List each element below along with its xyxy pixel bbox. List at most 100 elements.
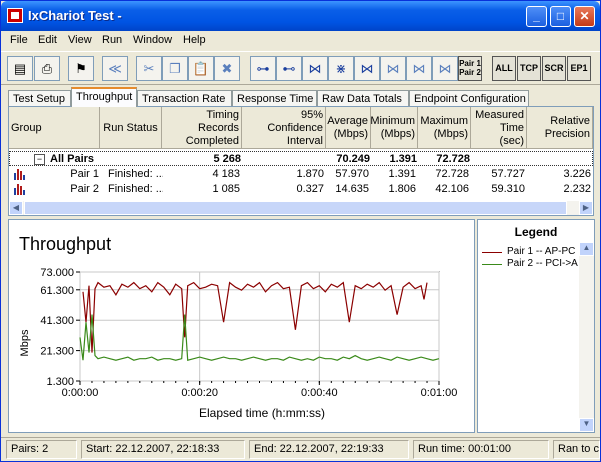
all-pairs-average: 70.249 <box>336 153 370 165</box>
legend-vertical-scrollbar[interactable]: ▲ ▼ <box>579 242 594 432</box>
legend-label: Pair 2 -- PCI->A <box>507 258 578 269</box>
scroll-left-icon[interactable]: ◀ <box>9 201 23 215</box>
replicate-icon[interactable]: ⋈ <box>380 56 406 81</box>
print-icon[interactable]: ⎙ <box>34 56 60 81</box>
menu-run[interactable]: Run <box>102 34 122 46</box>
add-pair-icon[interactable]: ⊶ <box>250 56 276 81</box>
table-horizontal-scrollbar[interactable]: ◀ ▶ <box>9 201 593 215</box>
paste-icon[interactable]: 📋 <box>188 56 214 81</box>
edit-pair-icon[interactable]: ⋇ <box>328 56 354 81</box>
stop-icon[interactable]: ≪ <box>102 56 128 81</box>
tab-bar: Test Setup Throughput Transaction Rate R… <box>8 87 594 107</box>
menu-view[interactable]: View <box>68 34 92 46</box>
row-average: 57.970 <box>335 168 369 180</box>
application-window: IxChariot Test - _ □ ✕ File Edit View Ru… <box>0 0 601 462</box>
menu-edit[interactable]: Edit <box>38 34 57 46</box>
app-icon <box>7 8 23 23</box>
options-icon[interactable]: ⋈ <box>432 56 458 81</box>
menu-file[interactable]: File <box>10 34 28 46</box>
legend-title: Legend <box>514 225 558 239</box>
filter-scr-button[interactable]: SCR <box>542 56 566 81</box>
add-multicast-icon[interactable]: ⊷ <box>276 56 302 81</box>
scroll-up-icon[interactable]: ▲ <box>579 242 594 256</box>
header-confidence-interval[interactable]: 95% Confidence Interval <box>242 107 326 149</box>
header-relative-precision[interactable]: Relative Precision <box>527 107 593 149</box>
run-icon[interactable]: ⚑ <box>68 56 94 81</box>
tab-raw-data-totals[interactable]: Raw Data Totals <box>317 90 409 107</box>
title-bar[interactable]: IxChariot Test - _ □ ✕ <box>1 1 600 31</box>
header-run-status[interactable]: Run Status <box>100 107 162 149</box>
header-group[interactable]: Group <box>9 107 100 149</box>
status-end: End: 22.12.2007, 22:19:33 <box>249 440 409 459</box>
x-tick-label: 0:00:40 <box>301 387 338 399</box>
pair-chart-icon <box>14 184 25 195</box>
scroll-right-icon[interactable]: ▶ <box>579 201 593 215</box>
row-minimum: 1.806 <box>388 183 416 195</box>
table-row[interactable]: Pair 1 Finished: ... 4 183 1.870 57.970 … <box>9 167 593 182</box>
swap-endpoints-icon[interactable]: ⋈ <box>354 56 380 81</box>
row-maximum: 72.728 <box>435 168 469 180</box>
row-minimum: 1.391 <box>388 168 416 180</box>
menu-bar: File Edit View Run Window Help <box>1 31 600 50</box>
status-pairs: Pairs: 2 <box>6 440 77 459</box>
tab-transaction-rate[interactable]: Transaction Rate <box>137 90 232 107</box>
pair-group-icon[interactable]: ⋈ <box>302 56 328 81</box>
scroll-thumb[interactable] <box>24 201 567 215</box>
menu-window[interactable]: Window <box>133 34 172 46</box>
results-table: Group Run Status Timing Records Complete… <box>8 106 594 216</box>
legend-swatch-pair-2 <box>482 264 502 265</box>
legend-swatch-pair-1 <box>482 252 502 253</box>
header-maximum[interactable]: Maximum (Mbps) <box>418 107 471 149</box>
pair-sort-button[interactable]: Pair 1 Pair 2 <box>458 56 482 81</box>
y-axis-label: Mbps <box>19 329 31 356</box>
header-average[interactable]: Average (Mbps) <box>326 107 371 149</box>
scroll-down-icon[interactable]: ▼ <box>579 418 594 432</box>
row-records: 1 085 <box>212 183 240 195</box>
y-tick-label: 61.300 <box>40 285 74 297</box>
close-button[interactable]: ✕ <box>574 6 595 27</box>
minimize-button[interactable]: _ <box>526 6 547 27</box>
save-icon[interactable]: ▤ <box>7 56 33 81</box>
delete-icon[interactable]: ✖ <box>214 56 240 81</box>
table-row-all-pairs[interactable]: − All Pairs 5 268 70.249 1.391 72.728 <box>9 151 593 166</box>
pair-sort-label-1: Pair 1 <box>459 59 481 68</box>
filter-icon[interactable]: ⋈ <box>406 56 432 81</box>
row-status: Finished: ... <box>108 183 163 195</box>
status-ran-to: Ran to c <box>553 440 600 459</box>
header-minimum[interactable]: Minimum (Mbps) <box>371 107 418 149</box>
legend-item[interactable]: Pair 1 -- AP-PC <box>482 246 580 258</box>
row-confidence: 1.870 <box>296 168 324 180</box>
table-row[interactable]: Pair 2 Finished: ... 1 085 0.327 14.635 … <box>9 182 593 197</box>
header-timing-records[interactable]: Timing Records Completed <box>162 107 242 149</box>
legend-panel: Legend Pair 1 -- AP-PC Pair 2 -- PCI->A … <box>477 219 595 433</box>
copy-icon[interactable]: ❐ <box>162 56 188 81</box>
filter-ep1-button[interactable]: EP1 <box>567 56 591 81</box>
menu-help[interactable]: Help <box>183 34 206 46</box>
chart-panel: Throughput 73.000 61.300 41.300 21.300 1.300… <box>8 219 475 433</box>
legend-item[interactable]: Pair 2 -- PCI->A <box>482 258 580 270</box>
all-pairs-group: All Pairs <box>50 153 95 165</box>
x-tick-label: 0:00:20 <box>181 387 218 399</box>
filter-all-button[interactable]: ALL <box>492 56 516 81</box>
maximize-button[interactable]: □ <box>550 6 571 27</box>
y-tick-label: 73.000 <box>40 267 74 279</box>
x-axis-label: Elapsed time (h:mm:ss) <box>199 406 325 420</box>
row-group: Pair 2 <box>70 183 99 195</box>
throughput-chart: 73.00061.30041.30021.3001.3000:00:00 0:00… <box>19 267 457 420</box>
tab-endpoint-configuration[interactable]: Endpoint Configuration <box>409 90 529 107</box>
all-pairs-records: 5 268 <box>213 153 241 165</box>
header-measured-time[interactable]: Measured Time (sec) <box>471 107 527 149</box>
row-average: 14.635 <box>335 183 369 195</box>
collapse-icon[interactable]: − <box>34 154 45 165</box>
tab-throughput[interactable]: Throughput <box>71 87 137 107</box>
row-group: Pair 1 <box>70 168 99 180</box>
tab-test-setup[interactable]: Test Setup <box>8 90 71 107</box>
row-relative-precision: 3.226 <box>563 168 591 180</box>
tab-response-time[interactable]: Response Time <box>232 90 317 107</box>
all-pairs-minimum: 1.391 <box>389 153 417 165</box>
filter-tcp-button[interactable]: TCP <box>517 56 541 81</box>
y-tick-label: 21.300 <box>40 346 74 358</box>
status-run-time: Run time: 00:01:00 <box>413 440 549 459</box>
pair-sort-label-2: Pair 2 <box>459 68 481 77</box>
cut-icon[interactable]: ✂ <box>136 56 162 81</box>
